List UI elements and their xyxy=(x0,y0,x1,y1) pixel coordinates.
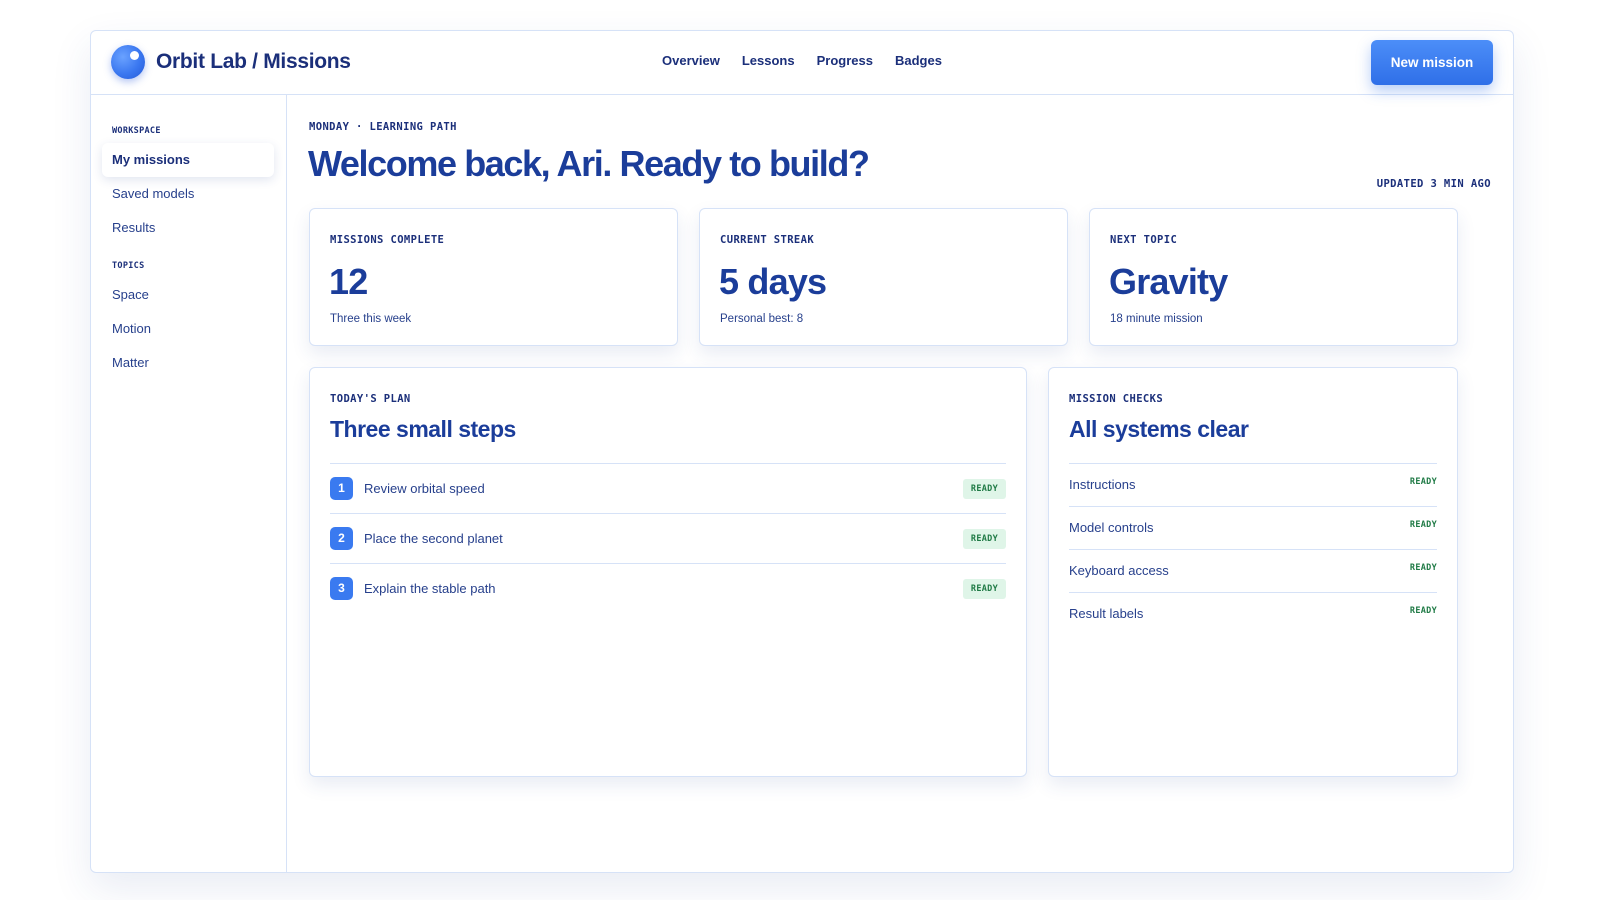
step-number: 1 xyxy=(330,477,353,500)
stat-value: 5 days xyxy=(719,261,827,302)
new-mission-button[interactable]: New mission xyxy=(1371,40,1493,85)
sidebar-section-topics: TOPICS xyxy=(112,261,145,271)
stat-label: NEXT TOPIC xyxy=(1110,234,1178,246)
stat-value: 12 xyxy=(329,261,368,302)
app-window: Orbit Lab / Missions Overview Lessons Pr… xyxy=(90,30,1514,873)
checks-label: MISSION CHECKS xyxy=(1069,393,1164,405)
plan-heading: Three small steps xyxy=(330,416,516,442)
plan-label: TODAY'S PLAN xyxy=(330,393,411,405)
stat-subtext: Three this week xyxy=(330,313,412,325)
sidebar-item-saved-models[interactable]: Saved models xyxy=(102,177,274,211)
check-text: Model controls xyxy=(1069,520,1154,535)
mission-checks-card: MISSION CHECKS All systems clear Instruc… xyxy=(1048,367,1458,777)
check-item: Keyboard access READY xyxy=(1069,549,1437,592)
check-status: READY xyxy=(1409,606,1437,616)
stat-label: CURRENT STREAK xyxy=(720,234,815,246)
stat-card-missions: MISSIONS COMPLETE 12 Three this week xyxy=(309,208,678,346)
stat-card-next-topic: NEXT TOPIC Gravity 18 minute mission xyxy=(1089,208,1458,346)
check-status: READY xyxy=(1409,563,1437,573)
step-text: Explain the stable path xyxy=(364,581,496,596)
sidebar-item-matter[interactable]: Matter xyxy=(102,346,274,380)
check-item: Model controls READY xyxy=(1069,506,1437,549)
check-item: Instructions READY xyxy=(1069,463,1437,506)
ready-badge: READY xyxy=(962,529,1006,549)
step-number: 2 xyxy=(330,527,353,550)
nav-badges[interactable]: Badges xyxy=(895,53,942,68)
page-title: Welcome back, Ari. Ready to build? xyxy=(308,143,870,184)
check-status: READY xyxy=(1409,477,1437,487)
updated-timestamp: UPDATED 3 MIN AGO xyxy=(1376,178,1491,190)
check-text: Result labels xyxy=(1069,606,1144,621)
ready-badge: READY xyxy=(962,579,1006,599)
stat-card-streak: CURRENT STREAK 5 days Personal best: 8 xyxy=(699,208,1068,346)
nav-lessons[interactable]: Lessons xyxy=(742,53,795,68)
ready-badge: READY xyxy=(962,479,1006,499)
nav-progress[interactable]: Progress xyxy=(817,53,873,68)
plan-step-list: 1 Review orbital speed READY 2 Place the… xyxy=(330,463,1006,613)
page-eyebrow: MONDAY · LEARNING PATH xyxy=(309,121,457,133)
check-status: READY xyxy=(1409,520,1437,530)
stat-label: MISSIONS COMPLETE xyxy=(330,234,445,246)
check-item: Result labels READY xyxy=(1069,592,1437,635)
check-text: Keyboard access xyxy=(1069,563,1169,578)
check-list: Instructions READY Model controls READY … xyxy=(1069,463,1437,635)
plan-step[interactable]: 3 Explain the stable path READY xyxy=(330,563,1006,613)
top-bar: Orbit Lab / Missions Overview Lessons Pr… xyxy=(91,31,1513,95)
todays-plan-card: TODAY'S PLAN Three small steps 1 Review … xyxy=(309,367,1027,777)
plan-step[interactable]: 2 Place the second planet READY xyxy=(330,513,1006,563)
sidebar-item-space[interactable]: Space xyxy=(102,278,274,312)
stat-subtext: Personal best: 8 xyxy=(720,313,804,325)
sidebar-section-workspace: WORKSPACE xyxy=(112,126,161,136)
step-text: Place the second planet xyxy=(364,531,503,546)
checks-heading: All systems clear xyxy=(1069,416,1249,442)
step-text: Review orbital speed xyxy=(364,481,485,496)
sidebar-item-motion[interactable]: Motion xyxy=(102,312,274,346)
stat-value: Gravity xyxy=(1109,261,1228,302)
stat-subtext: 18 minute mission xyxy=(1110,313,1203,325)
sidebar-item-my-missions[interactable]: My missions xyxy=(102,143,274,177)
main-nav: Overview Lessons Progress Badges xyxy=(91,53,1513,68)
sidebar-item-results[interactable]: Results xyxy=(102,211,274,245)
main-content: MONDAY · LEARNING PATH Welcome back, Ari… xyxy=(288,95,1513,872)
plan-step[interactable]: 1 Review orbital speed READY xyxy=(330,463,1006,513)
check-text: Instructions xyxy=(1069,477,1136,492)
sidebar: WORKSPACE My missions Saved models Resul… xyxy=(91,95,287,872)
nav-overview[interactable]: Overview xyxy=(662,53,720,68)
step-number: 3 xyxy=(330,577,353,600)
